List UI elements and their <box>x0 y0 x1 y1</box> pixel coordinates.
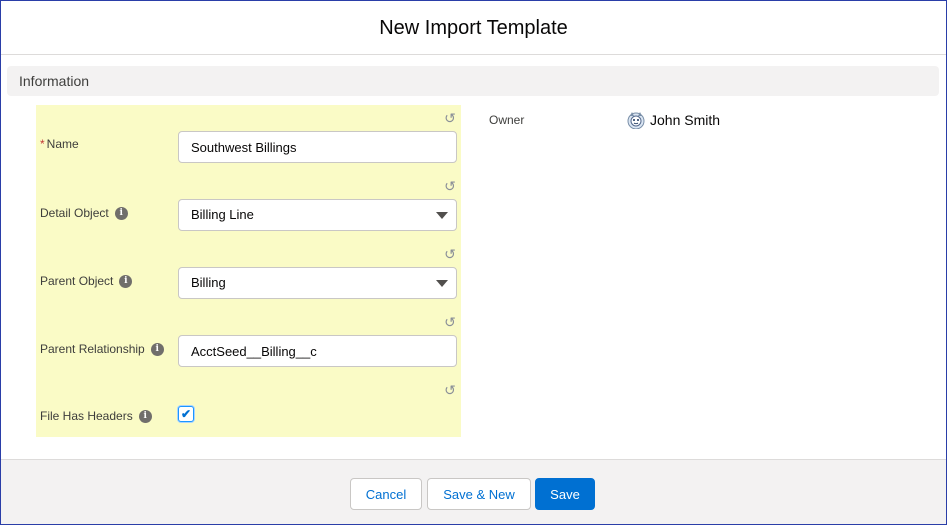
required-indicator: * <box>40 137 45 151</box>
file-has-headers-label: File Has Headers i <box>40 409 152 424</box>
info-icon[interactable]: i <box>114 207 128 221</box>
info-icon[interactable]: i <box>119 275 133 289</box>
undo-icon[interactable]: ↺ <box>442 314 458 330</box>
name-input[interactable] <box>178 131 457 163</box>
detail-object-select[interactable]: Billing Line <box>178 199 457 231</box>
dropdown-caret-icon <box>436 212 448 219</box>
undo-icon[interactable]: ↺ <box>442 110 458 126</box>
modal-header: New Import Template <box>1 1 946 55</box>
file-has-headers-checkbox[interactable]: ✔ <box>178 406 194 422</box>
owner-name-link[interactable]: John Smith <box>650 112 720 128</box>
modal-footer: Cancel Save & New Save <box>1 459 946 524</box>
name-label: * Name <box>40 137 79 151</box>
owner-value: John Smith <box>627 111 720 129</box>
undo-icon[interactable]: ↺ <box>442 246 458 262</box>
user-avatar-icon <box>627 112 645 129</box>
dropdown-caret-icon <box>436 280 448 287</box>
undo-icon[interactable]: ↺ <box>442 382 458 398</box>
section-title: Information <box>19 73 90 89</box>
cancel-button[interactable]: Cancel <box>350 478 422 510</box>
import-template-modal: New Import Template Information ↺ * Name … <box>0 0 947 525</box>
parent-object-label: Parent Object i <box>40 274 133 289</box>
modal-title: New Import Template <box>379 17 568 39</box>
save-new-button[interactable]: Save & New <box>427 478 531 510</box>
save-button[interactable]: Save <box>535 478 595 510</box>
parent-object-select[interactable]: Billing <box>178 267 457 299</box>
undo-icon[interactable]: ↺ <box>442 178 458 194</box>
info-icon[interactable]: i <box>138 410 152 424</box>
detail-object-label: Detail Object i <box>40 206 128 221</box>
section-header-information[interactable]: Information <box>7 66 939 96</box>
owner-label: Owner <box>489 113 525 127</box>
parent-relationship-input[interactable] <box>178 335 457 367</box>
info-icon[interactable]: i <box>150 343 164 357</box>
parent-relationship-label: Parent Relationship i <box>40 342 164 357</box>
